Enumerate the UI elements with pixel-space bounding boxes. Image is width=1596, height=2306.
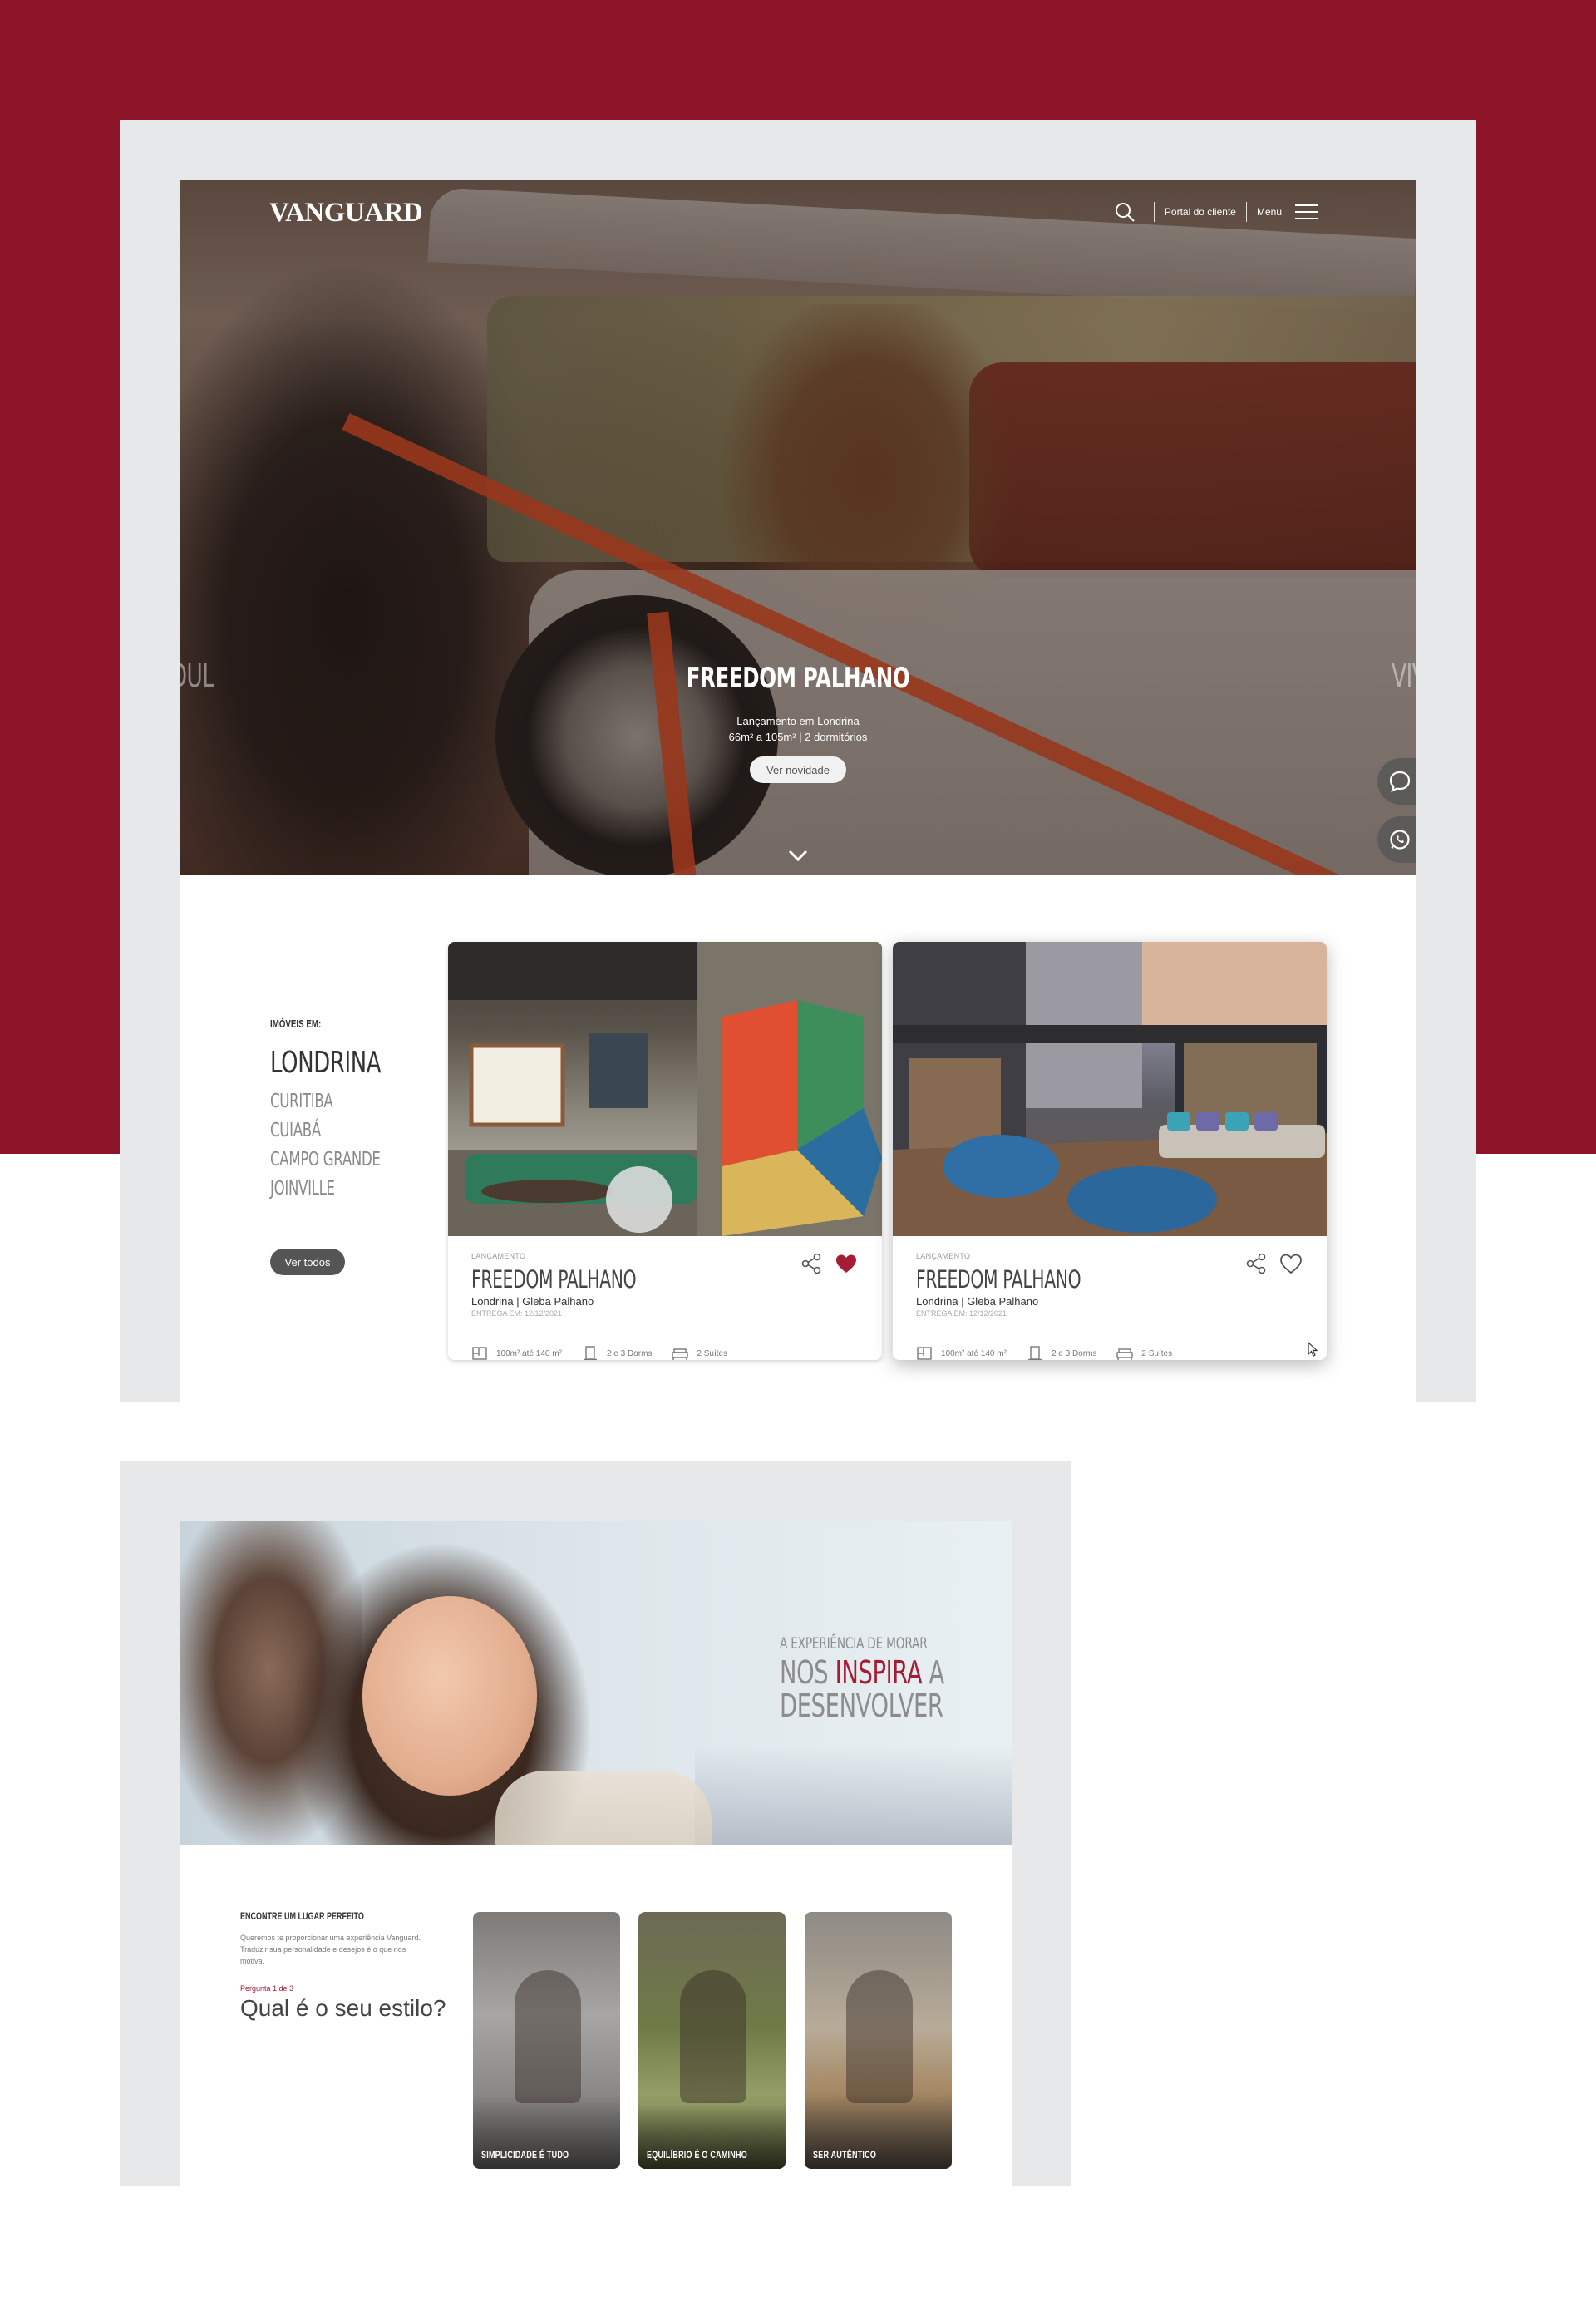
- ver-todos-button[interactable]: Ver todos: [270, 1249, 345, 1275]
- portal-link[interactable]: Portal do cliente: [1165, 206, 1236, 218]
- whatsapp-button[interactable]: [1377, 816, 1416, 863]
- property-title[interactable]: FREEDOM PALHANO: [916, 1265, 1187, 1293]
- home-screen: VANGUARD Portal do cliente Menu SOUL VIV…: [180, 180, 1416, 1402]
- ver-novidade-button[interactable]: Ver novidade: [750, 756, 846, 783]
- style-option-label: EQUILÍBRIO É O CAMINHO: [647, 2149, 747, 2161]
- area-feature: 100m² até 140 m²: [471, 1346, 562, 1360]
- property-card[interactable]: LANÇAMENTO FREEDOM PALHANO Londrina | Gl…: [448, 942, 882, 1360]
- share-icon[interactable]: [799, 1251, 824, 1276]
- property-delivery-date: ENTREGA EM: 12/12/2021: [471, 1309, 563, 1318]
- city-list: CURITIBA CUIABÁ CAMPO GRANDE JOINVILLE: [270, 1087, 423, 1204]
- style-photo: [846, 1970, 913, 2103]
- nav-divider: [1153, 202, 1155, 222]
- city-option[interactable]: JOINVILLE: [270, 1175, 381, 1204]
- quiz-step-indicator: Pergunta 1 de 3: [240, 1984, 294, 1993]
- hero-title: FREEDOM PALHANO: [686, 662, 910, 695]
- cities-heading: IMÓVEIS EM:: [270, 1017, 322, 1030]
- floorplan-icon: [472, 1347, 487, 1360]
- experience-headline-line1: NOS INSPIRA A: [780, 1654, 944, 1691]
- dorms-value: 2 e 3 Dorms: [606, 1348, 653, 1358]
- style-option-label: SIMPLICIDADE É TUDO: [481, 2149, 569, 2161]
- city-selected[interactable]: LONDRINA: [270, 1046, 382, 1080]
- whatsapp-icon: [1390, 830, 1410, 850]
- slider-next-label[interactable]: VIVE: [1392, 658, 1416, 694]
- property-actions: [1244, 1251, 1303, 1276]
- banner-photo-city: [695, 1746, 1012, 1845]
- banner-photo-sweater: [495, 1771, 712, 1845]
- style-photo: [515, 1970, 581, 2103]
- suites-value: 2 Suítes: [1141, 1348, 1173, 1358]
- experience-headline-line2: DESENVOLVER: [780, 1688, 943, 1724]
- cursor-icon: [1308, 1342, 1318, 1357]
- style-option-label: SER AUTÊNTICO: [813, 2149, 877, 2161]
- city-option[interactable]: CUIABÁ: [270, 1116, 381, 1146]
- hero-subtitle-details: 66m² a 105m² | 2 dormitórios: [728, 731, 868, 743]
- property-location: Londrina | Gleba Palhano: [916, 1295, 1039, 1308]
- style-option-card[interactable]: SIMPLICIDADE É TUDO: [473, 1912, 620, 2169]
- property-photo: [893, 942, 1327, 1236]
- dorms-feature: 2 e 3 Dorms: [1027, 1346, 1096, 1360]
- area-value: 100m² até 140 m²: [496, 1348, 562, 1358]
- hero-subtitle: Lançamento em Londrina: [736, 715, 860, 727]
- experience-kicker: A EXPERIÊNCIA DE MORAR: [780, 1634, 928, 1653]
- property-location: Londrina | Gleba Palhano: [471, 1295, 594, 1308]
- hero-banner: VANGUARD Portal do cliente Menu SOUL VIV…: [180, 180, 1416, 875]
- city-option[interactable]: CAMPO GRANDE: [270, 1146, 381, 1175]
- suites-feature: 2 Suítes: [1116, 1346, 1172, 1360]
- quiz-heading: ENCONTRE UM LUGAR PERFEITO: [240, 1910, 364, 1922]
- experience-banner: A EXPERIÊNCIA DE MORAR NOS INSPIRA A DES…: [180, 1521, 1012, 1845]
- experience-screen: A EXPERIÊNCIA DE MORAR NOS INSPIRA A DES…: [180, 1521, 1012, 2186]
- menu-label[interactable]: Menu: [1257, 206, 1282, 218]
- door-icon: [583, 1346, 597, 1360]
- area-value: 100m² até 140 m²: [941, 1348, 1007, 1358]
- property-delivery-date: ENTREGA EM: 12/12/2021: [916, 1309, 1007, 1318]
- area-feature: 100m² até 140 m²: [916, 1346, 1007, 1360]
- vanguard-logo[interactable]: VANGUARD: [269, 198, 423, 229]
- property-card[interactable]: LANÇAMENTO FREEDOM PALHANO Londrina | Gl…: [893, 942, 1327, 1360]
- heart-filled-icon[interactable]: [834, 1251, 859, 1276]
- headline-post: A: [922, 1654, 945, 1691]
- chevron-down-icon[interactable]: [786, 846, 810, 865]
- suites-feature: 2 Suítes: [672, 1346, 727, 1360]
- property-photo-illustration: [893, 942, 1327, 1236]
- top-nav: Portal do cliente Menu: [1114, 201, 1320, 223]
- suites-value: 2 Suítes: [697, 1348, 728, 1358]
- dorms-value: 2 e 3 Dorms: [1051, 1348, 1097, 1358]
- search-icon[interactable]: [1114, 201, 1135, 223]
- property-actions: [799, 1251, 859, 1276]
- slider-prev-label[interactable]: SOUL: [180, 658, 214, 694]
- bed-icon: [672, 1348, 689, 1360]
- style-option-card[interactable]: SER AUTÊNTICO: [805, 1912, 952, 2169]
- menu-icon[interactable]: [1293, 203, 1320, 221]
- bed-icon: [1116, 1348, 1134, 1360]
- style-option-card[interactable]: EQUILÍBRIO É O CAMINHO: [638, 1912, 786, 2169]
- chat-button[interactable]: [1377, 758, 1416, 805]
- chat-icon: [1389, 771, 1411, 793]
- heart-outline-icon[interactable]: [1278, 1251, 1303, 1276]
- door-icon: [1027, 1346, 1042, 1360]
- nav-divider: [1245, 202, 1247, 222]
- share-icon[interactable]: [1244, 1251, 1268, 1276]
- property-photo-illustration: [448, 942, 882, 1236]
- headline-pre: NOS: [780, 1654, 835, 1691]
- quiz-description: Queremos te proporcionar uma experiência…: [240, 1934, 421, 1965]
- banner-photo-face: [362, 1596, 537, 1796]
- headline-accent: INSPIRA: [835, 1654, 923, 1691]
- property-title[interactable]: FREEDOM PALHANO: [471, 1265, 742, 1293]
- city-option[interactable]: CURITIBA: [270, 1087, 381, 1116]
- floorplan-icon: [917, 1347, 932, 1360]
- property-features: 100m² até 140 m² 2 e 3 Dorms 2 Suítes: [916, 1346, 1192, 1360]
- property-photo: [448, 942, 882, 1236]
- dorms-feature: 2 e 3 Dorms: [582, 1346, 652, 1360]
- quiz-question: Qual é o seu estilo?: [240, 1995, 446, 2021]
- property-features: 100m² até 140 m² 2 e 3 Dorms 2 Suítes: [471, 1346, 747, 1360]
- style-photo: [680, 1970, 746, 2103]
